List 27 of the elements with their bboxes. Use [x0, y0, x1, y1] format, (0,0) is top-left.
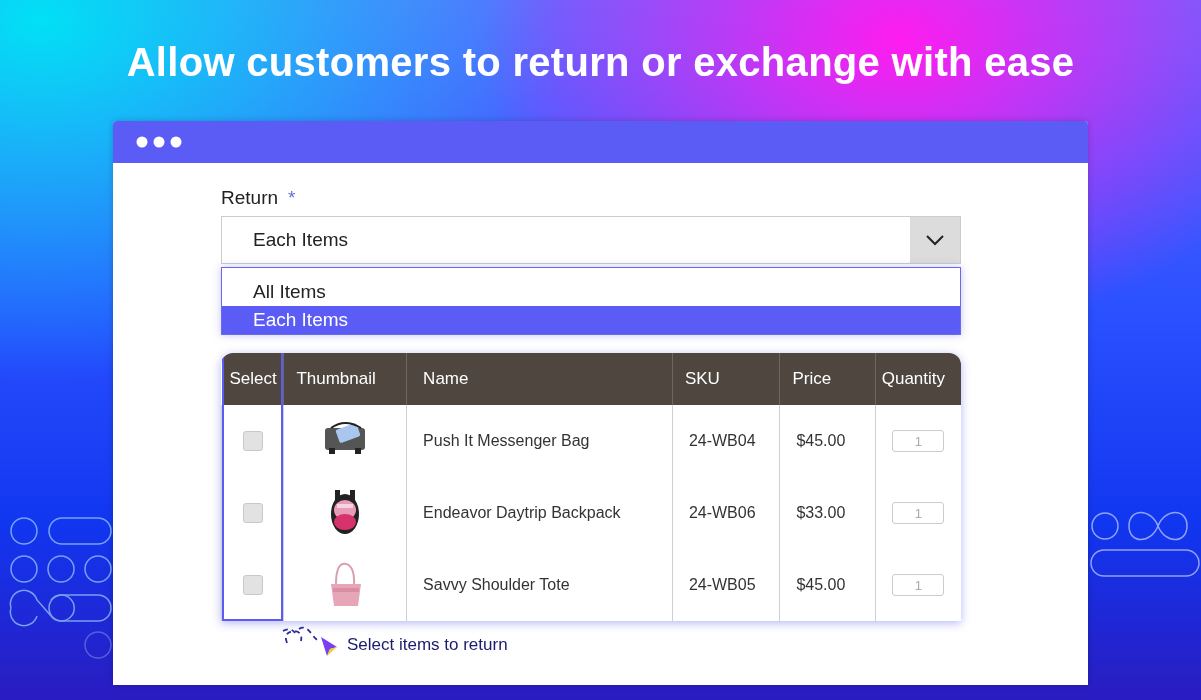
window-dots-icon	[136, 136, 182, 148]
column-header: Quantity	[875, 353, 961, 405]
column-header: Name	[406, 353, 673, 405]
column-header: SKU	[672, 353, 780, 405]
field-label: Return	[221, 187, 279, 209]
product-name: Push It Messenger Bag	[423, 432, 590, 449]
checkbox[interactable]	[242, 503, 263, 523]
column-header: Thumbnail	[283, 353, 407, 405]
return-dropdown[interactable]: Each Items	[221, 216, 961, 264]
product-name: Endeavor Daytrip Backpack	[423, 504, 621, 521]
required-mark: *	[288, 187, 296, 209]
headline: Allow customers to return or exchange with ease	[126, 39, 1075, 86]
price-text: $33.00	[796, 504, 846, 521]
price-text: $45.00	[796, 576, 846, 593]
dropdown-option[interactable]: All Items	[222, 278, 960, 306]
checkbox[interactable]	[242, 575, 263, 595]
hint-text: Select items to return	[347, 635, 508, 655]
sku-text: 24-WB06	[688, 504, 756, 521]
product-name: Savvy Shoulder Tote	[423, 576, 570, 593]
price-text: $45.00	[796, 432, 846, 449]
sku-text: 24-WB05	[688, 576, 756, 593]
column-header: Price	[779, 353, 876, 405]
checkbox[interactable]	[242, 431, 263, 451]
column-header: Select	[221, 353, 284, 405]
dropdown-option[interactable]: Each Items	[222, 306, 960, 334]
sku-text: 24-WB04	[688, 432, 756, 449]
caret-icon	[925, 234, 945, 246]
